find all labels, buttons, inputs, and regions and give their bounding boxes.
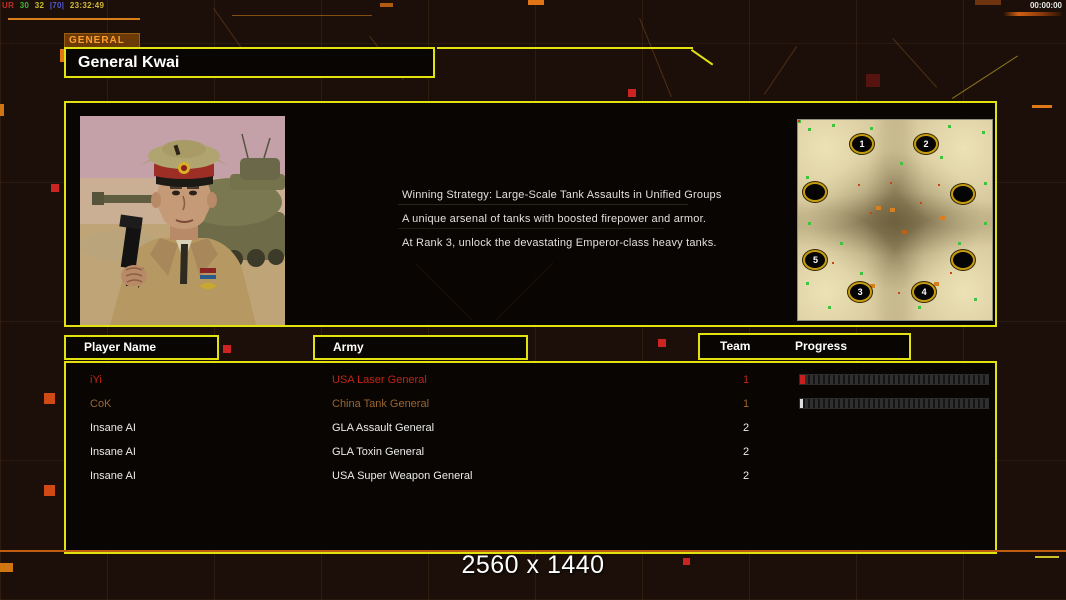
decor-square — [0, 563, 13, 572]
decor-diagonal — [213, 8, 242, 48]
map-start-spot — [950, 250, 975, 270]
map-start-spot: 5 — [803, 250, 828, 270]
decor-square — [628, 89, 636, 97]
header-label: Army — [333, 340, 364, 354]
map-start-spot — [803, 182, 828, 202]
match-timer: 00:00:00 — [1029, 1, 1062, 10]
player-army: China Tank General — [332, 398, 430, 410]
player-row: Insane AI USA Super Weapon General 2 — [66, 464, 995, 488]
loading-screen: UR 30 32 |70| 23:32:49 00:00:00 GENERAL … — [0, 0, 1066, 600]
player-army: USA Super Weapon General — [332, 470, 473, 482]
decor-square — [44, 393, 55, 404]
decor-diagonal — [764, 45, 798, 95]
debug-segment: 30 — [19, 1, 30, 10]
map-start-spot — [950, 184, 975, 204]
header-player-name: Player Name — [64, 335, 219, 360]
map-structures — [876, 206, 881, 210]
general-name: General Kwai — [78, 54, 180, 71]
decor-square — [44, 485, 55, 496]
player-name: Insane AI — [90, 446, 136, 458]
decor-square — [0, 104, 4, 116]
progress-fill — [800, 375, 805, 384]
map-start-spot: 3 — [848, 282, 873, 302]
decor-diagonal — [952, 55, 1018, 99]
strategy-line: Winning Strategy: Large-Scale Tank Assau… — [402, 189, 722, 201]
general-portrait — [80, 116, 285, 325]
decor-line — [437, 47, 693, 49]
decor-square — [658, 339, 666, 347]
debug-segment: UR — [2, 1, 15, 10]
decor-square — [380, 3, 393, 7]
decor-diagonal — [690, 49, 714, 66]
decor-diagonal — [639, 18, 672, 98]
decor-line — [232, 15, 372, 16]
decor-square — [528, 0, 544, 5]
map-start-spot: 4 — [912, 282, 937, 302]
player-team: 2 — [742, 446, 750, 458]
header-label: Player Name — [84, 340, 157, 354]
player-row: iYi USA Laser General 1 — [66, 368, 995, 392]
player-row: CoK China Tank General 1 — [66, 392, 995, 416]
player-team: 1 — [742, 398, 750, 410]
decor-square — [866, 74, 880, 87]
decor-square — [51, 184, 59, 192]
debug-overlay: UR 30 32 |70| 23:32:49 — [2, 1, 107, 10]
map-start-spot: 2 — [914, 134, 939, 154]
player-name: Insane AI — [90, 422, 136, 434]
debug-segment: 32 — [34, 1, 45, 10]
map-preview: 1 2 5 3 4 — [797, 119, 993, 321]
header-army: Army — [313, 335, 528, 360]
strategy-text: Winning Strategy: Large-Scale Tank Assau… — [402, 189, 722, 261]
decor-square — [1035, 556, 1059, 558]
decor-square — [683, 558, 690, 565]
player-team: 1 — [742, 374, 750, 386]
decor-diagonal — [892, 38, 938, 88]
player-team: 2 — [742, 422, 750, 434]
timer-bar — [1004, 12, 1062, 16]
decor-square — [1032, 105, 1052, 108]
player-name: iYi — [90, 374, 102, 386]
decor-square — [975, 0, 1001, 5]
player-row: Insane AI GLA Assault General 2 — [66, 416, 995, 440]
progress-fill — [800, 399, 803, 408]
map-detail-dots — [798, 120, 800, 122]
player-progress-bar — [799, 398, 989, 409]
spot-number: 3 — [857, 287, 863, 297]
spot-number: 2 — [923, 139, 929, 149]
decor-line — [8, 18, 140, 20]
header-label: Progress — [795, 339, 848, 353]
spot-number: 5 — [812, 255, 818, 265]
debug-segment: |70| — [49, 1, 65, 10]
general-info-panel: Winning Strategy: Large-Scale Tank Assau… — [64, 101, 997, 327]
general-portrait-illustration — [80, 116, 285, 325]
decor-diagonal — [496, 262, 554, 320]
map-start-spot: 1 — [850, 134, 875, 154]
decor-diagonal — [415, 263, 473, 321]
header-label: Team — [720, 339, 751, 353]
player-team: 2 — [742, 470, 750, 482]
player-name: CoK — [90, 398, 112, 410]
strategy-line: A unique arsenal of tanks with boosted f… — [402, 213, 707, 225]
player-progress-bar — [799, 374, 989, 385]
player-name: Insane AI — [90, 470, 136, 482]
player-table: iYi USA Laser General 1 CoK China Tank G… — [64, 361, 997, 554]
tab-general: GENERAL — [64, 33, 140, 48]
spot-number: 1 — [859, 139, 865, 149]
spot-number: 4 — [921, 287, 927, 297]
player-army: USA Laser General — [332, 374, 427, 386]
player-row: Insane AI GLA Toxin General 2 — [66, 440, 995, 464]
decor-square — [223, 345, 231, 353]
resolution-label: 2560 x 1440 — [461, 551, 605, 579]
player-army: GLA Toxin General — [332, 446, 425, 458]
debug-segment: 23:32:49 — [69, 1, 105, 10]
strategy-line: At Rank 3, unlock the devastating Empero… — [402, 237, 717, 249]
header-team-progress: Team Progress — [698, 333, 911, 360]
general-name-box: General Kwai — [64, 47, 435, 78]
player-army: GLA Assault General — [332, 422, 435, 434]
